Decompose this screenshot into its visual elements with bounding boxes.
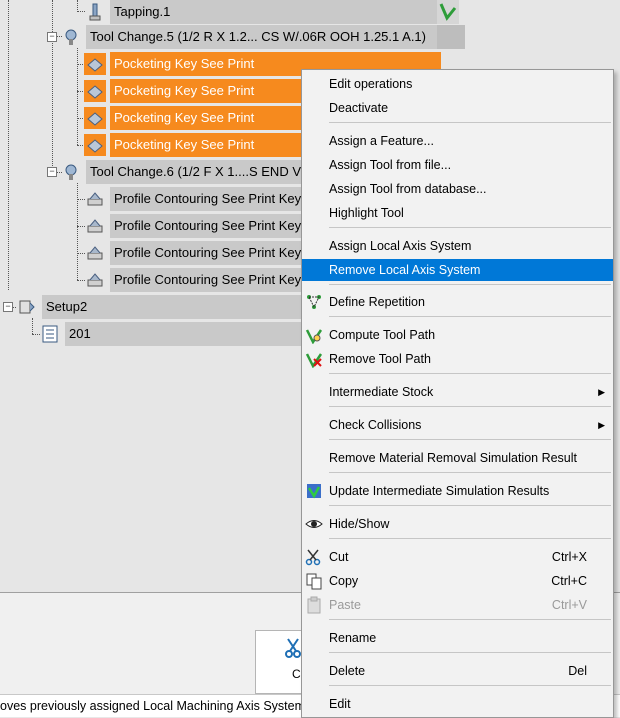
tapping-operation-icon	[84, 1, 106, 23]
tree-node-profile-contouring[interactable]: Profile Contouring See Print Key	[84, 268, 308, 292]
tree-node-label: Tool Change.5 (1/2 R X 1.2... CS W/.06R …	[86, 25, 440, 49]
profile-contouring-icon	[84, 242, 106, 264]
tree-node-part-201[interactable]: 201	[39, 322, 308, 346]
menu-item-assign-tool-from-database[interactable]: Assign Tool from database...	[302, 178, 613, 200]
update-simulation-icon	[305, 482, 323, 500]
menu-item-delete[interactable]: Delete Del	[302, 660, 613, 682]
tree-node-setup2[interactable]: Setup2	[16, 295, 312, 319]
status-text: oves previously assigned Local Machining…	[0, 699, 324, 713]
tree-node-label: Setup2	[42, 295, 312, 319]
computed-status-icon	[437, 0, 459, 24]
menu-separator	[329, 284, 611, 285]
tree-connector	[52, 0, 53, 176]
menu-separator	[329, 373, 611, 374]
menu-separator	[329, 619, 611, 620]
submenu-arrow-icon: ▶	[598, 420, 605, 430]
menu-separator	[329, 406, 611, 407]
tree-node-label: Profile Contouring See Print Key	[110, 268, 308, 292]
menu-item-highlight-tool[interactable]: Highlight Tool	[302, 202, 613, 224]
tree-node-label: Profile Contouring See Print Key	[110, 214, 308, 238]
menu-item-update-simulation-results[interactable]: Update Intermediate Simulation Results	[302, 480, 613, 502]
part-list-icon	[39, 323, 61, 345]
pocketing-operation-icon	[84, 53, 106, 75]
eye-icon	[305, 515, 323, 533]
tree-node-profile-contouring[interactable]: Profile Contouring See Print Key	[84, 187, 308, 211]
menu-item-copy[interactable]: Copy Ctrl+C	[302, 570, 613, 592]
tree-connector	[8, 0, 9, 290]
copy-icon	[305, 572, 323, 590]
status-cell	[437, 25, 465, 49]
submenu-arrow-icon: ▶	[598, 387, 605, 397]
tree-node-profile-contouring[interactable]: Profile Contouring See Print Key	[84, 241, 308, 265]
scissors-icon	[305, 548, 323, 566]
menu-separator	[329, 652, 611, 653]
menu-item-assign-feature[interactable]: Assign a Feature...	[302, 130, 613, 152]
tool-change-icon	[60, 26, 82, 48]
menu-separator	[329, 227, 611, 228]
menu-item-compute-tool-path[interactable]: Compute Tool Path	[302, 324, 613, 346]
collapse-toggle[interactable]: −	[47, 32, 57, 42]
tree-connector	[32, 318, 33, 334]
paste-icon	[305, 596, 323, 614]
menu-item-deactivate[interactable]: Deactivate	[302, 97, 613, 119]
context-menu: Edit operations Deactivate Assign a Feat…	[301, 69, 614, 718]
menu-item-edit[interactable]: Edit	[302, 693, 613, 715]
tree-node-profile-contouring[interactable]: Profile Contouring See Print Key	[84, 214, 308, 238]
menu-item-intermediate-stock[interactable]: Intermediate Stock ▶	[302, 381, 613, 403]
menu-item-check-collisions[interactable]: Check Collisions ▶	[302, 414, 613, 436]
pocketing-operation-icon	[84, 107, 106, 129]
pocketing-operation-icon	[84, 80, 106, 102]
menu-item-remove-simulation-result[interactable]: Remove Material Removal Simulation Resul…	[302, 447, 613, 469]
menu-separator	[329, 316, 611, 317]
tool-change-icon	[60, 161, 82, 183]
collapse-toggle[interactable]: −	[47, 167, 57, 177]
tree-connector	[77, 183, 78, 280]
menu-separator	[329, 439, 611, 440]
menu-separator	[329, 538, 611, 539]
tree-node-tool-change-6[interactable]: Tool Change.6 (1/2 F X 1....S END V	[60, 160, 304, 184]
menu-item-paste[interactable]: Paste Ctrl+V	[302, 594, 613, 616]
menu-separator	[329, 505, 611, 506]
menu-item-assign-tool-from-file[interactable]: Assign Tool from file...	[302, 154, 613, 176]
tree-node-label: Tool Change.6 (1/2 F X 1....S END V	[86, 160, 304, 184]
menu-separator	[329, 472, 611, 473]
menu-separator	[329, 122, 611, 123]
pocketing-operation-icon	[84, 134, 106, 156]
tree-node-label: Profile Contouring See Print Key	[110, 187, 308, 211]
repetition-icon	[305, 293, 323, 311]
compute-tool-path-icon	[305, 326, 323, 344]
remove-tool-path-icon	[305, 350, 323, 368]
menu-item-remove-tool-path[interactable]: Remove Tool Path	[302, 348, 613, 370]
menu-item-rename[interactable]: Rename	[302, 627, 613, 649]
profile-contouring-icon	[84, 215, 106, 237]
menu-item-remove-local-axis-system[interactable]: Remove Local Axis System	[302, 259, 613, 281]
tree-node-label: 201	[65, 322, 308, 346]
command-tab-label: C	[292, 667, 301, 681]
menu-item-assign-local-axis-system[interactable]: Assign Local Axis System	[302, 235, 613, 257]
profile-contouring-icon	[84, 269, 106, 291]
tree-node-label: Tapping.1	[110, 0, 448, 24]
tree-node-tapping[interactable]: Tapping.1	[84, 0, 448, 24]
setup-icon	[16, 296, 38, 318]
menu-item-define-repetition[interactable]: Define Repetition	[302, 291, 613, 313]
menu-item-hide-show[interactable]: Hide/Show	[302, 513, 613, 535]
menu-separator	[329, 685, 611, 686]
collapse-toggle[interactable]: −	[3, 302, 13, 312]
menu-item-edit-operations[interactable]: Edit operations	[302, 73, 613, 95]
menu-item-cut[interactable]: Cut Ctrl+X	[302, 546, 613, 568]
profile-contouring-icon	[84, 188, 106, 210]
tree-node-tool-change-5[interactable]: Tool Change.5 (1/2 R X 1.2... CS W/.06R …	[60, 25, 440, 49]
tree-connector	[77, 48, 78, 145]
tree-node-label: Profile Contouring See Print Key	[110, 241, 308, 265]
